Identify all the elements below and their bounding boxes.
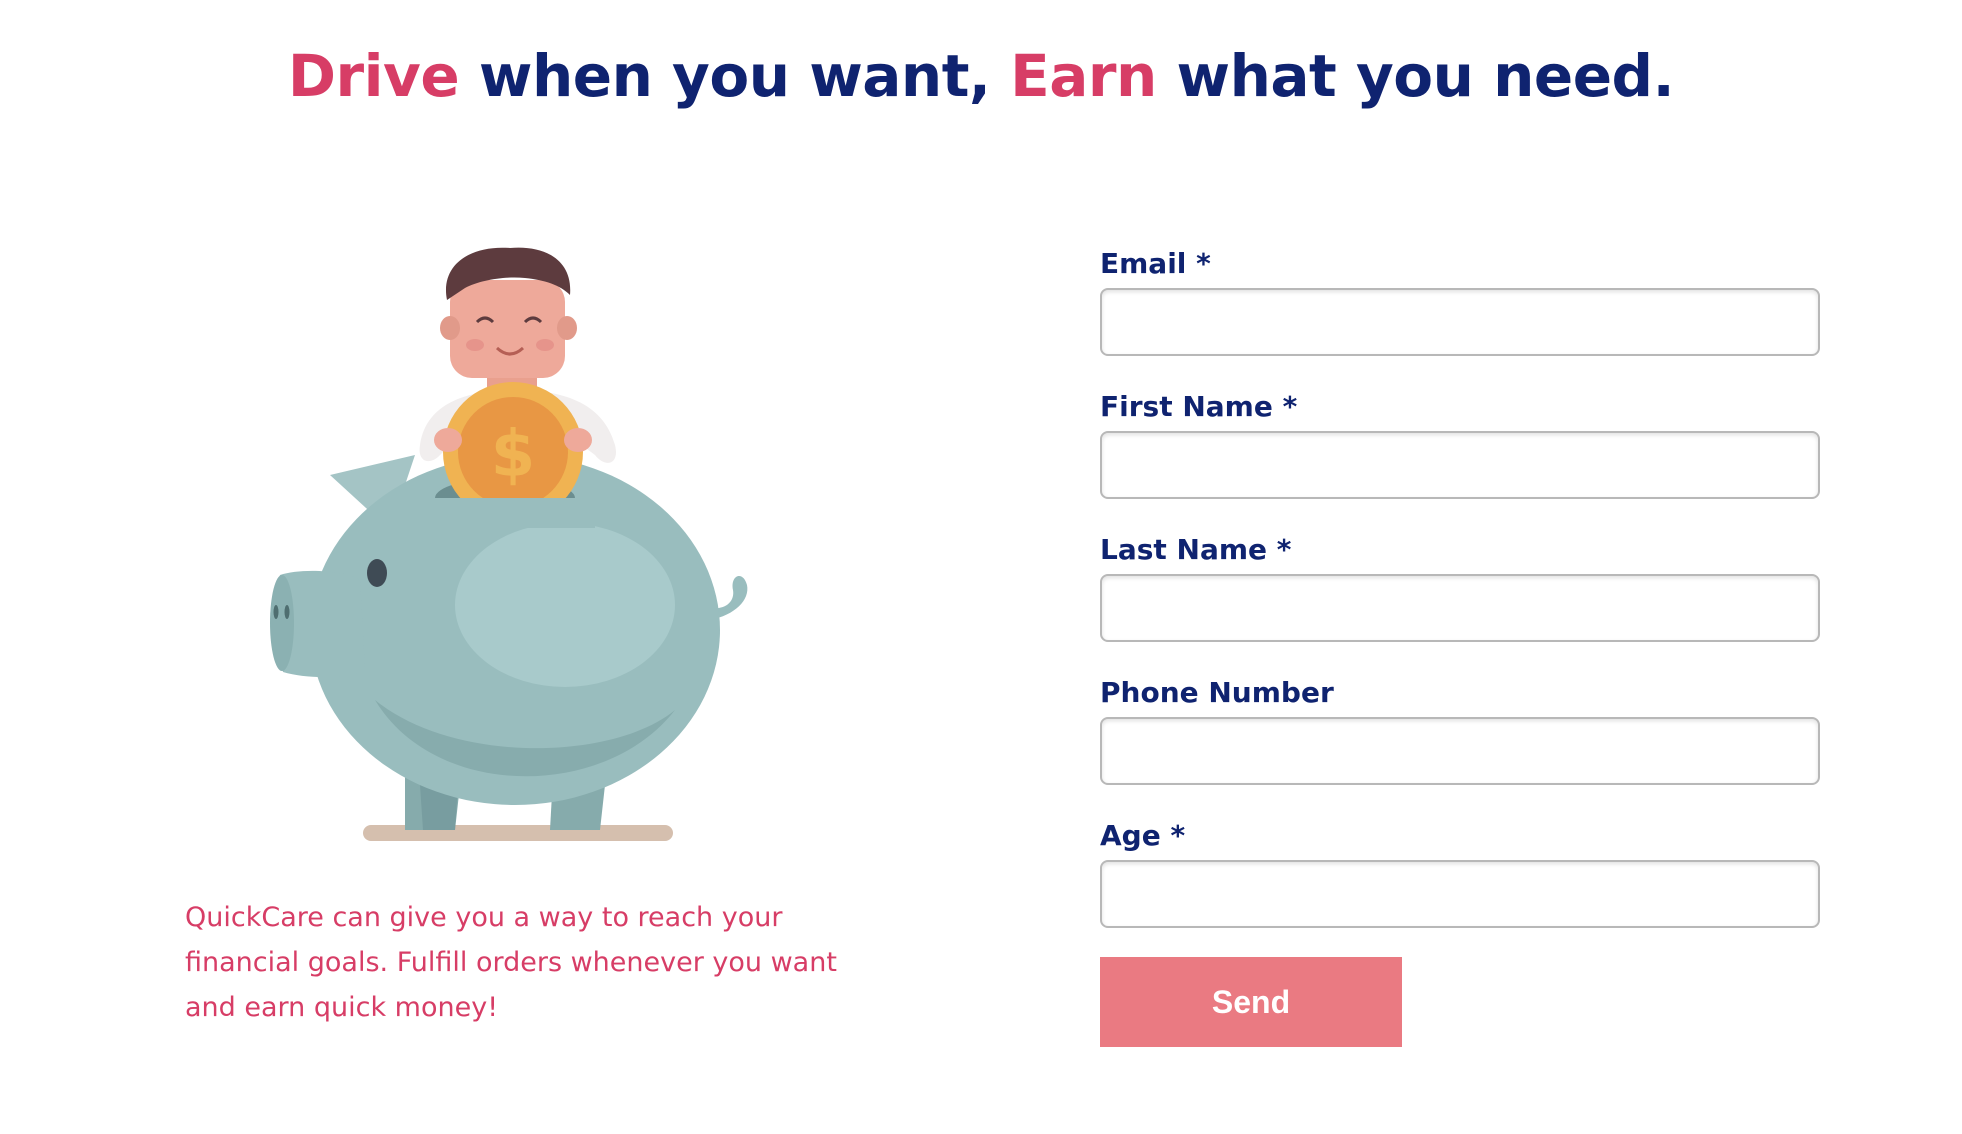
age-label: Age * [1100, 819, 1186, 852]
last-name-input[interactable] [1100, 574, 1820, 642]
age-input[interactable] [1100, 860, 1820, 928]
first-name-field-group: First Name * [1100, 385, 1820, 499]
email-input[interactable] [1100, 288, 1820, 356]
last-name-field-group: Last Name * [1100, 528, 1820, 642]
headline-earn: Earn [1010, 42, 1157, 110]
headline-drive: Drive [287, 42, 460, 110]
piggy-bank-illustration: $ [255, 240, 755, 860]
promo-description: QuickCare can give you a way to reach yo… [185, 902, 837, 1023]
signup-form: Email * First Name * Last Name * Phone N… [1100, 242, 1820, 1047]
page-headline: Drive when you want, Earn what you need. [0, 38, 1962, 114]
first-name-input[interactable] [1100, 431, 1820, 499]
headline-part-4: what you need. [1156, 42, 1675, 110]
phone-number-input[interactable] [1100, 717, 1820, 785]
coin-dollar-symbol: $ [491, 418, 536, 492]
phone-number-field-group: Phone Number [1100, 671, 1820, 785]
piggy-bank-icon: $ [270, 247, 748, 841]
last-name-label: Last Name * [1100, 533, 1292, 566]
first-name-label: First Name * [1100, 390, 1298, 423]
send-button[interactable]: Send [1100, 957, 1402, 1047]
headline-part-2: when you want, [459, 42, 1011, 110]
age-field-group: Age * [1100, 814, 1820, 928]
phone-number-label: Phone Number [1100, 676, 1334, 709]
email-field-group: Email * [1100, 242, 1820, 356]
email-label: Email * [1100, 247, 1211, 280]
